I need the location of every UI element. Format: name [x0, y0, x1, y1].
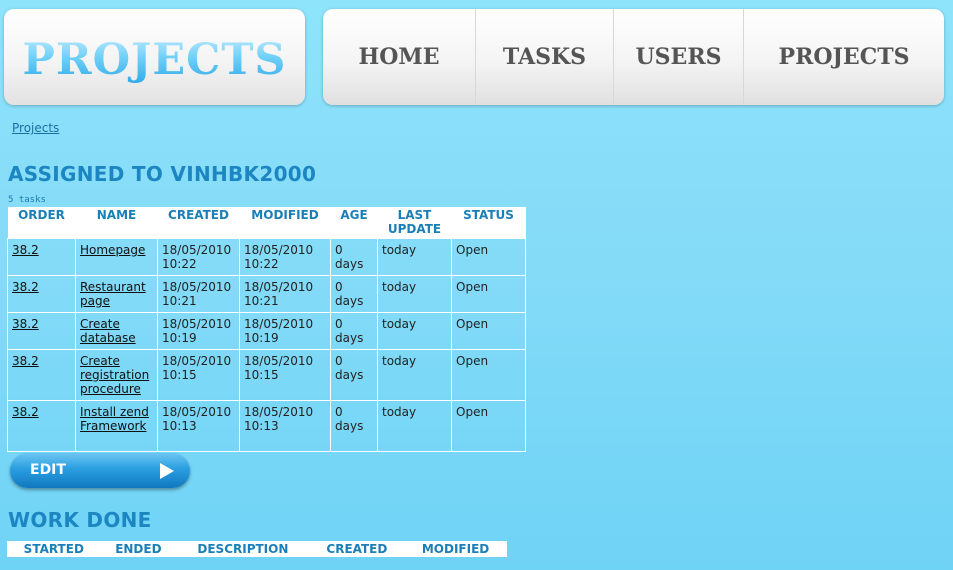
modified-cell: 18/05/2010 10:22 — [239, 238, 331, 276]
modified-cell: 18/05/2010 10:13 — [239, 400, 331, 452]
task-count: 5 tasks — [8, 195, 46, 205]
task-name-link[interactable]: Restaurant page — [80, 280, 146, 308]
name-cell: Create database — [75, 312, 158, 350]
last-update-cell: today — [377, 238, 452, 276]
table-row: 38.2 Homepage 18/05/2010 10:22 18/05/201… — [7, 238, 526, 276]
last-update-cell: today — [377, 312, 452, 350]
order-cell: 38.2 — [7, 312, 76, 350]
name-cell: Restaurant page — [75, 275, 158, 313]
breadcrumb-projects[interactable]: Projects — [12, 121, 59, 135]
last-update-cell: today — [377, 349, 452, 401]
logo-box: PROJECTS — [4, 9, 305, 105]
status-cell: Open — [451, 400, 526, 452]
col-modified: MODIFIED — [239, 207, 331, 239]
col-status: STATUS — [451, 207, 526, 239]
age-cell: 0 days — [330, 400, 378, 452]
col-age: AGE — [330, 207, 378, 239]
created-cell: 18/05/2010 10:15 — [157, 349, 240, 401]
name-cell: Create registration procedure — [75, 349, 158, 401]
created-cell: 18/05/2010 10:21 — [157, 275, 240, 313]
edit-button-label: EDIT — [30, 462, 66, 478]
tasks-table: ORDER NAME CREATED MODIFIED AGE LAST UPD… — [7, 207, 526, 452]
modified-cell: 18/05/2010 10:19 — [239, 312, 331, 350]
work-done-table: STARTED ENDED DESCRIPTION CREATED MODIFI… — [7, 541, 507, 557]
col-last-update: LAST UPDATE — [377, 207, 452, 239]
nav-projects[interactable]: PROJECTS — [744, 9, 944, 105]
col-created: CREATED — [157, 207, 240, 239]
modified-cell: 18/05/2010 10:15 — [239, 349, 331, 401]
order-link[interactable]: 38.2 — [12, 243, 39, 257]
tasks-header-row: ORDER NAME CREATED MODIFIED AGE LAST UPD… — [7, 207, 526, 239]
order-cell: 38.2 — [7, 400, 76, 452]
name-cell: Homepage — [75, 238, 158, 276]
order-link[interactable]: 38.2 — [12, 354, 39, 368]
col-name: NAME — [75, 207, 158, 239]
order-cell: 38.2 — [7, 349, 76, 401]
age-cell: 0 days — [330, 275, 378, 313]
last-update-cell: today — [377, 275, 452, 313]
age-cell: 0 days — [330, 238, 378, 276]
last-update-cell: today — [377, 400, 452, 452]
assigned-title: ASSIGNED TO VINHBK2000 — [8, 162, 317, 186]
status-cell: Open — [451, 275, 526, 313]
task-name-link[interactable]: Create registration procedure — [80, 354, 149, 396]
status-cell: Open — [451, 238, 526, 276]
nav-users[interactable]: USERS — [614, 9, 744, 105]
task-name-link[interactable]: Homepage — [80, 243, 145, 257]
order-cell: 38.2 — [7, 238, 76, 276]
col-ended: ENDED — [115, 542, 162, 556]
nav-tasks[interactable]: TASKS — [476, 9, 614, 105]
order-link[interactable]: 38.2 — [12, 280, 39, 294]
work-done-title: WORK DONE — [8, 508, 152, 532]
nav-home[interactable]: HOME — [323, 9, 476, 105]
created-cell: 18/05/2010 10:22 — [157, 238, 240, 276]
logo: PROJECTS — [4, 35, 305, 85]
task-name-link[interactable]: Install zend Framework — [80, 405, 149, 433]
modified-cell: 18/05/2010 10:21 — [239, 275, 331, 313]
col-description: DESCRIPTION — [197, 542, 289, 556]
created-cell: 18/05/2010 10:19 — [157, 312, 240, 350]
age-cell: 0 days — [330, 312, 378, 350]
task-name-link[interactable]: Create database — [80, 317, 136, 345]
order-link[interactable]: 38.2 — [12, 405, 39, 419]
table-row: 38.2 Restaurant page 18/05/2010 10:21 18… — [7, 275, 526, 313]
work-header-row: STARTED ENDED DESCRIPTION CREATED MODIFI… — [7, 541, 507, 557]
col-created: CREATED — [326, 542, 388, 556]
table-row: 38.2 Create database 18/05/2010 10:19 18… — [7, 312, 526, 350]
order-cell: 38.2 — [7, 275, 76, 313]
age-cell: 0 days — [330, 349, 378, 401]
col-started: STARTED — [23, 542, 84, 556]
name-cell: Install zend Framework — [75, 400, 158, 452]
created-cell: 18/05/2010 10:13 — [157, 400, 240, 452]
order-link[interactable]: 38.2 — [12, 317, 39, 331]
status-cell: Open — [451, 312, 526, 350]
edit-button[interactable]: EDIT — [10, 453, 190, 488]
col-order: ORDER — [7, 207, 76, 239]
table-row: 38.2 Install zend Framework 18/05/2010 1… — [7, 400, 526, 452]
table-row: 38.2 Create registration procedure 18/05… — [7, 349, 526, 401]
play-arrow-icon — [160, 463, 174, 479]
status-cell: Open — [451, 349, 526, 401]
main-nav: HOME TASKS USERS PROJECTS — [323, 9, 944, 105]
col-modified: MODIFIED — [421, 542, 490, 556]
